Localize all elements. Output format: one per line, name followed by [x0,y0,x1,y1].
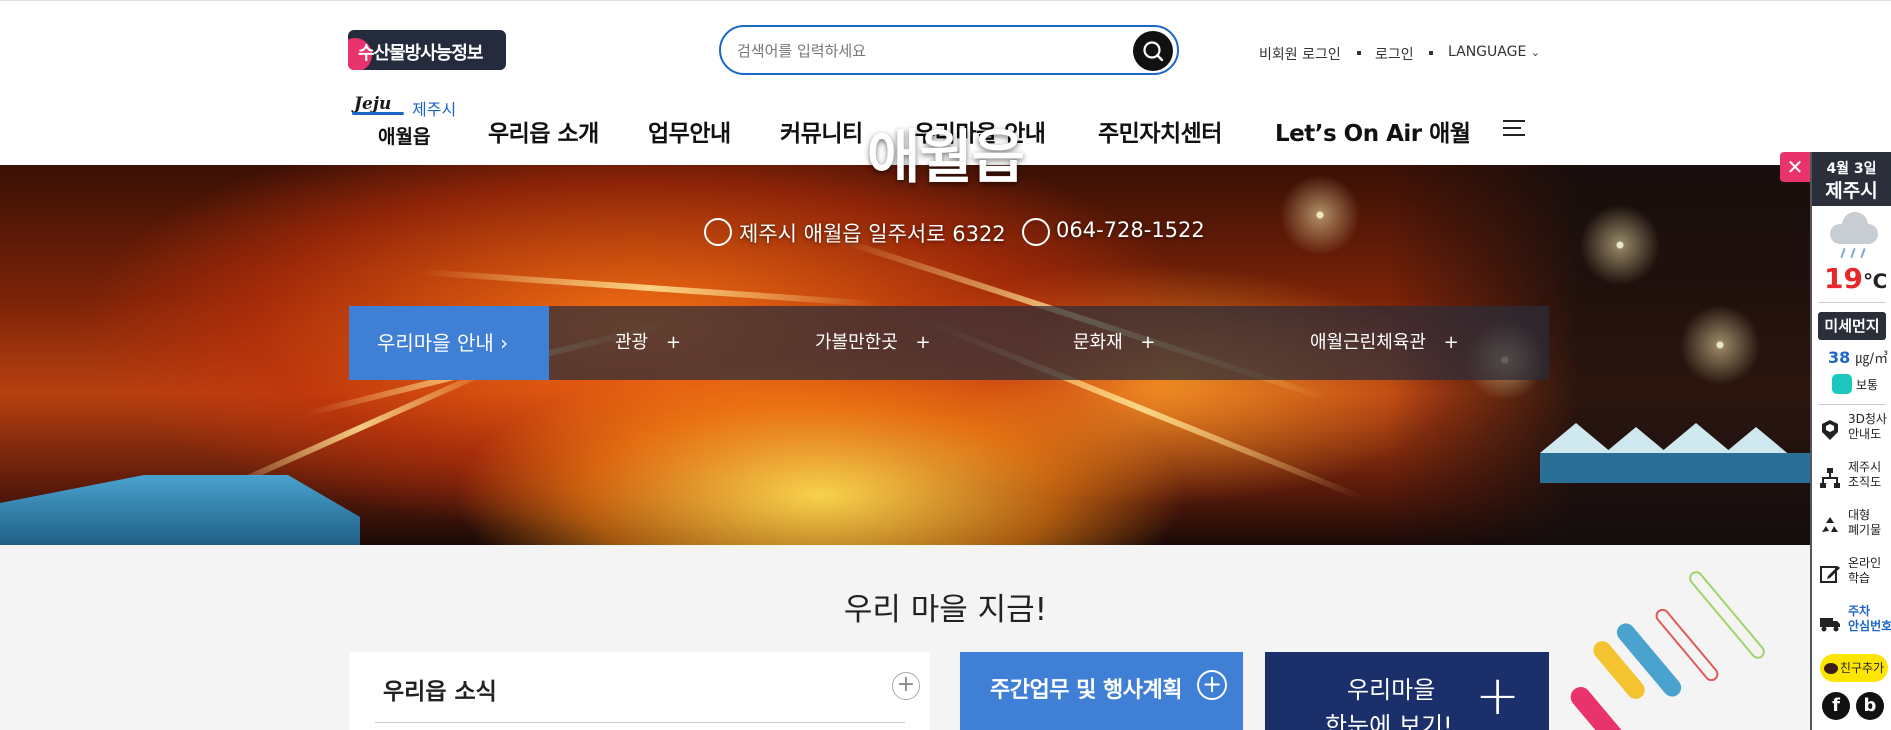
rain-drop [1850,247,1856,259]
temp-unit: ℃ [1862,269,1888,293]
sub-navigation: 우리마을 안내 › 관광 + 가볼만한곳 + 문화재 + 애월근린체육관 + [349,306,1549,380]
firework [1560,185,1680,305]
weekly-title: 주간업무 및 행사계획 [990,678,1182,703]
quick-label: 온라인 학습 [1848,556,1882,585]
rain-cloud-icon [1830,212,1878,246]
news-divider [375,722,905,723]
kakao-icon [1823,663,1838,674]
cube-pin-icon [1822,420,1838,440]
firework [1650,275,1790,415]
subnav-active-label: 우리마을 안내 [377,331,494,355]
panel-divider [1818,404,1886,405]
chevron-down-icon: ⌄ [1530,46,1540,59]
village-line1: 우리마을 [1347,676,1436,704]
temp-value: 19 [1824,262,1863,295]
news-card: 우리읍 소식 + [349,652,930,730]
guest-login-link[interactable]: 비회원 로그인 [1259,44,1341,64]
hero-phone: 064-728-1522 [1056,218,1205,242]
subnav-label: 관광 [615,332,649,353]
plus-icon: + [1475,664,1521,727]
util-separator [1357,51,1361,55]
subnav-item-tour[interactable]: 관광 + [615,306,681,380]
language-label: LANGUAGE [1448,44,1527,60]
close-icon[interactable]: ✕ [1780,152,1810,182]
location-icon [704,218,732,246]
quick-label: 3D청사 안내도 [1848,412,1887,441]
fine-dust-value: 38 ㎍/㎥ [1828,348,1888,368]
truck-icon [1820,618,1840,632]
rain-drop [1860,247,1866,259]
subnav-item-gym[interactable]: 애월근린체육관 + [1310,306,1459,380]
subnav-label: 애월근린체육관 [1310,332,1426,353]
quick-waste[interactable]: 대형 폐기물 [1812,506,1891,546]
tent-left [0,475,360,545]
quick-3d-guide[interactable]: 3D청사 안내도 [1812,410,1891,450]
language-select[interactable]: LANGUAGE ⌄ [1448,44,1540,60]
kakao-label: 친구추가 [1839,661,1885,675]
facebook-icon[interactable]: f [1822,692,1850,720]
quick-online-learning[interactable]: 온라인 학습 [1812,554,1891,594]
subnav-label: 문화재 [1073,332,1123,353]
quick-label: 주차 안심번호 [1848,604,1891,633]
plus-icon: + [915,332,931,353]
smile-icon [1832,374,1852,394]
weather-date: 4월 3일 [1826,161,1877,177]
temperature: 19℃ [1824,262,1887,295]
quick-label: 대형 폐기물 [1848,508,1882,537]
hero-title: 애월읍 [866,123,1025,191]
news-title: 우리읍 소식 [383,679,497,705]
org-chart-icon [1820,468,1840,488]
util-separator [1429,51,1433,55]
dust-status: 보통 [1856,378,1879,392]
dust-number: 38 [1828,348,1851,367]
plus-icon: + [1140,332,1156,353]
village-line2: 한눈에 보기! [1325,712,1453,730]
chevron-right-icon: › [500,331,509,355]
weather-header: 4월 3일 제주시 [1812,152,1891,206]
recycle-icon [1822,517,1838,532]
plus-icon: + [665,332,681,353]
quick-parking[interactable]: 주차 안심번호 [1812,602,1891,642]
fine-dust-label: 미세먼지 [1818,312,1886,340]
news-more-button[interactable]: + [892,672,920,700]
login-link[interactable]: 로그인 [1375,44,1414,64]
radiation-info-badge[interactable]: 수산물방사능정보 [348,30,506,70]
search-box [719,25,1179,75]
kakao-add-friend-button[interactable]: 친구추가 [1820,654,1888,682]
badge-label: 수산물방사능정보 [358,43,483,64]
weekly-plan-card[interactable]: 주간업무 및 행사계획 + [960,652,1243,730]
fire-streak [420,268,880,308]
search-input[interactable] [737,39,1117,63]
weather-city: 제주시 [1825,180,1878,202]
search-button[interactable] [1133,31,1173,71]
subnav-label: 가볼만한곳 [815,332,898,353]
subnav-item-places[interactable]: 가볼만한곳 + [815,306,931,380]
panel-divider [1818,302,1886,303]
village-overview-card[interactable]: 우리마을 한눈에 보기! + [1265,652,1549,730]
pencil-icon [1820,566,1840,583]
plus-circle-icon: + [1197,670,1227,700]
phone-icon [1022,218,1050,246]
section-title: 우리 마을 지금! [843,592,1048,628]
tent-row [1540,453,1810,483]
blog-icon[interactable]: b [1856,692,1884,720]
quick-panel: 4월 3일 제주시 19℃ 미세먼지 38 ㎍/㎥ 보통 3D청사 안내도 제주시… [1810,152,1891,730]
search-icon [1143,41,1164,62]
hero-address: 제주시 애월읍 일주서로 6322 [739,222,1006,246]
subnav-active[interactable]: 우리마을 안내 › [349,306,549,380]
rain-drop [1840,247,1846,259]
subnav-item-heritage[interactable]: 문화재 + [1073,306,1156,380]
quick-org-chart[interactable]: 제주시 조직도 [1812,458,1891,498]
dust-unit: ㎍/㎥ [1855,351,1889,367]
quick-label: 제주시 조직도 [1848,460,1882,489]
plus-icon: + [1443,332,1459,353]
